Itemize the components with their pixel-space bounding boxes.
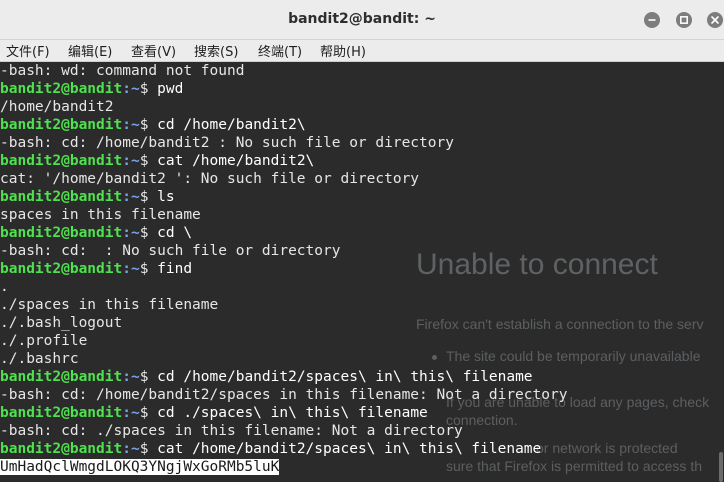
prompt-dir: :~ — [122, 405, 140, 421]
terminal-line: -bash: wd: command not found — [0, 62, 718, 80]
prompt-userhost: bandit2@bandit — [0, 261, 123, 277]
terminal-line: ./.bash_logout — [0, 314, 718, 332]
selected-password-text[interactable]: UmHadQclWmgdLOKQ3YNgjWxGoRMb5luK — [0, 459, 280, 475]
prompt-sign: $ — [139, 117, 158, 133]
prompt-dir: :~ — [122, 369, 140, 385]
menu-terminal[interactable]: 终端(T) — [258, 41, 302, 60]
output-text: -bash: cd: /home/bandit2 : No such file … — [0, 135, 454, 151]
terminal-line: bandit2@bandit:~$ cat /home/bandit2\ — [0, 152, 718, 170]
menu-search[interactable]: 搜索(S) — [194, 41, 238, 60]
window-titlebar[interactable]: bandit2@bandit: ~ — [0, 0, 724, 40]
prompt-userhost: bandit2@bandit — [0, 405, 123, 421]
terminal-line: ./.bashrc — [0, 350, 718, 368]
command-text: cd /home/bandit2\ — [157, 117, 306, 133]
scrollbar-thumb[interactable] — [719, 452, 723, 482]
output-text: /home/bandit2 — [0, 99, 114, 115]
prompt-sign: $ — [139, 225, 158, 241]
terminal-view[interactable]: Unable to connect Firefox can't establis… — [0, 62, 718, 482]
terminal-line: bandit2@bandit:~$ cat /home/bandit2/spac… — [0, 440, 718, 458]
prompt-userhost: bandit2@bandit — [0, 225, 123, 241]
prompt-sign: $ — [139, 369, 158, 385]
output-text: ./spaces in this filename — [0, 297, 219, 313]
prompt-userhost: bandit2@bandit — [0, 117, 123, 133]
command-text: pwd — [157, 81, 184, 97]
output-text: ./.profile — [0, 333, 88, 349]
prompt-userhost: bandit2@bandit — [0, 81, 123, 97]
terminal-line: -bash: cd: /home/bandit2/spaces in this … — [0, 386, 718, 404]
output-text: spaces in this filename — [0, 207, 201, 223]
terminal-output[interactable]: -bash: wd: command not found bandit2@band… — [0, 62, 718, 476]
terminal-scrollbar[interactable] — [718, 62, 724, 482]
terminal-line: . — [0, 278, 718, 296]
terminal-line: -bash: cd: ./spaces in this filename: No… — [0, 422, 718, 440]
output-text: cat: '/home/bandit2 ': No such file or d… — [0, 171, 420, 187]
minimize-button[interactable] — [644, 12, 660, 28]
prompt-userhost: bandit2@bandit — [0, 153, 123, 169]
close-icon — [711, 16, 719, 24]
prompt-dir: :~ — [122, 153, 140, 169]
prompt-sign: $ — [139, 81, 158, 97]
prompt-dir: :~ — [122, 441, 140, 457]
output-text: -bash: cd: /home/bandit2/spaces in this … — [0, 387, 568, 403]
menu-bar: 文件(F) 编辑(E) 查看(V) 搜索(S) 终端(T) 帮助(H) — [0, 40, 724, 62]
prompt-dir: :~ — [122, 261, 140, 277]
prompt-sign: $ — [139, 405, 158, 421]
window-title: bandit2@bandit: ~ — [288, 11, 436, 27]
prompt-sign: $ — [139, 261, 158, 277]
command-text: find — [157, 261, 193, 277]
terminal-line: bandit2@bandit:~$ cd /home/bandit2\ — [0, 116, 718, 134]
terminal-line: -bash: cd: /home/bandit2 : No such file … — [0, 134, 718, 152]
menu-view[interactable]: 查看(V) — [131, 41, 176, 60]
prompt-userhost: bandit2@bandit — [0, 369, 123, 385]
minimize-icon — [648, 19, 656, 21]
maximize-button[interactable] — [676, 12, 692, 28]
terminal-line: ./.profile — [0, 332, 718, 350]
output-text: -bash: cd: : No such file or directory — [0, 243, 341, 259]
output-text: -bash: cd: ./spaces in this filename: No… — [0, 423, 463, 439]
output-text: ./.bashrc — [0, 351, 79, 367]
terminal-line: ./spaces in this filename — [0, 296, 718, 314]
terminal-line: bandit2@bandit:~$ cd ./spaces\ in\ this\… — [0, 404, 718, 422]
command-text: cat /home/bandit2/spaces\ in\ this\ file… — [157, 441, 542, 457]
command-text: cd ./spaces\ in\ this\ filename — [157, 405, 428, 421]
command-text: cd \ — [157, 225, 193, 241]
prompt-sign: $ — [139, 189, 158, 205]
output-text: ./.bash_logout — [0, 315, 123, 331]
prompt-userhost: bandit2@bandit — [0, 441, 123, 457]
terminal-line: bandit2@bandit:~$ cd /home/bandit2/space… — [0, 368, 718, 386]
maximize-icon — [680, 16, 688, 24]
command-text: cat /home/bandit2\ — [157, 153, 315, 169]
prompt-sign: $ — [139, 153, 158, 169]
terminal-line: bandit2@bandit:~$ pwd — [0, 80, 718, 98]
prompt-dir: :~ — [122, 117, 140, 133]
menu-edit[interactable]: 编辑(E) — [68, 41, 112, 60]
prompt-dir: :~ — [122, 189, 140, 205]
terminal-line: /home/bandit2 — [0, 98, 718, 116]
menu-file[interactable]: 文件(F) — [6, 41, 50, 60]
terminal-line: bandit2@bandit:~$ find — [0, 260, 718, 278]
close-button[interactable] — [707, 12, 723, 28]
prompt-userhost: bandit2@bandit — [0, 189, 123, 205]
terminal-line: bandit2@bandit:~$ ls — [0, 188, 718, 206]
terminal-line: spaces in this filename — [0, 206, 718, 224]
terminal-line: cat: '/home/bandit2 ': No such file or d… — [0, 170, 718, 188]
prompt-dir: :~ — [122, 225, 140, 241]
prompt-dir: :~ — [122, 81, 140, 97]
output-text: . — [0, 279, 9, 295]
menu-help[interactable]: 帮助(H) — [320, 41, 366, 60]
output-text: -bash: wd: command not found — [0, 63, 245, 79]
command-text: ls — [157, 189, 175, 205]
terminal-line: bandit2@bandit:~$ cd \ — [0, 224, 718, 242]
terminal-line: UmHadQclWmgdLOKQ3YNgjWxGoRMb5luK — [0, 458, 718, 476]
command-text: cd /home/bandit2/spaces\ in\ this\ filen… — [157, 369, 533, 385]
terminal-line: -bash: cd: : No such file or directory — [0, 242, 718, 260]
prompt-sign: $ — [139, 441, 158, 457]
